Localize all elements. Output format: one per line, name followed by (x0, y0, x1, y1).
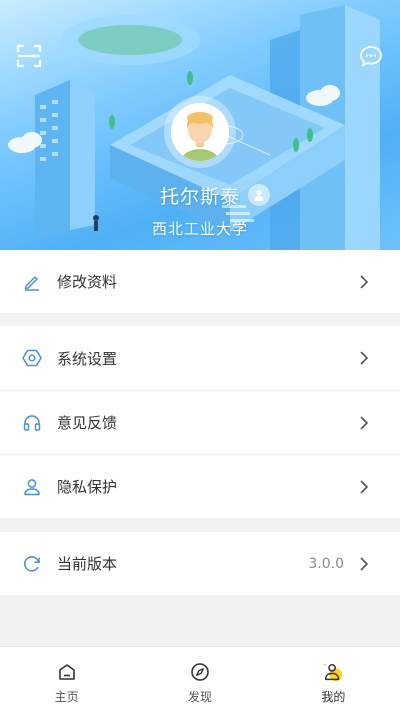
scan-button[interactable] (15, 42, 43, 70)
gender-badge (248, 184, 270, 206)
tab-label-home: 主页 (54, 690, 79, 704)
menu-label-privacy: 隐私保护 (57, 478, 118, 496)
menu-label-edit-profile: 修改资料 (57, 273, 118, 291)
menu-version[interactable]: 当前版本 3.0.0 (0, 532, 400, 595)
scan-icon (16, 44, 42, 68)
user-portrait-icon (171, 103, 229, 161)
menu-settings[interactable]: 系统设置 (0, 326, 400, 390)
hexagon-gear-icon (22, 348, 42, 368)
version-value: 3.0.0 (308, 555, 344, 572)
menu-edit-profile[interactable]: 修改资料 (0, 250, 400, 313)
home-icon (56, 661, 78, 683)
user-icon (22, 477, 42, 497)
chevron-right-icon (358, 556, 370, 572)
tab-bar: 主页 发现 我的 (0, 646, 400, 711)
compass-icon (189, 661, 211, 683)
user-name: 托尔斯泰 (159, 186, 240, 208)
person-badge-icon (254, 189, 264, 201)
tab-discover[interactable]: 发现 (133, 647, 266, 711)
menu-feedback[interactable]: 意见反馈 (0, 391, 400, 454)
message-icon (360, 46, 382, 67)
person-icon (322, 661, 344, 683)
profile-header: 托尔斯泰 西北工业大学 (0, 0, 400, 250)
chevron-right-icon (358, 415, 370, 431)
headphones-icon (22, 413, 42, 433)
chevron-right-icon (358, 479, 370, 495)
tab-label-mine: 我的 (321, 690, 346, 704)
chevron-right-icon (358, 350, 370, 366)
tab-home[interactable]: 主页 (0, 647, 133, 711)
refresh-icon (22, 554, 42, 574)
tab-mine[interactable]: 我的 (267, 647, 400, 711)
tab-label-discover: 发现 (187, 690, 212, 704)
chevron-right-icon (358, 274, 370, 290)
avatar-image (171, 103, 229, 161)
pencil-icon (22, 272, 42, 292)
school-name: 西北工业大学 (151, 220, 248, 238)
menu-privacy[interactable]: 隐私保护 (0, 455, 400, 518)
avatar[interactable] (164, 96, 236, 168)
menu-label-settings: 系统设置 (57, 349, 118, 368)
menu-label-feedback: 意见反馈 (57, 414, 118, 432)
message-button[interactable] (357, 42, 385, 70)
menu-label-version: 当前版本 (57, 555, 118, 573)
